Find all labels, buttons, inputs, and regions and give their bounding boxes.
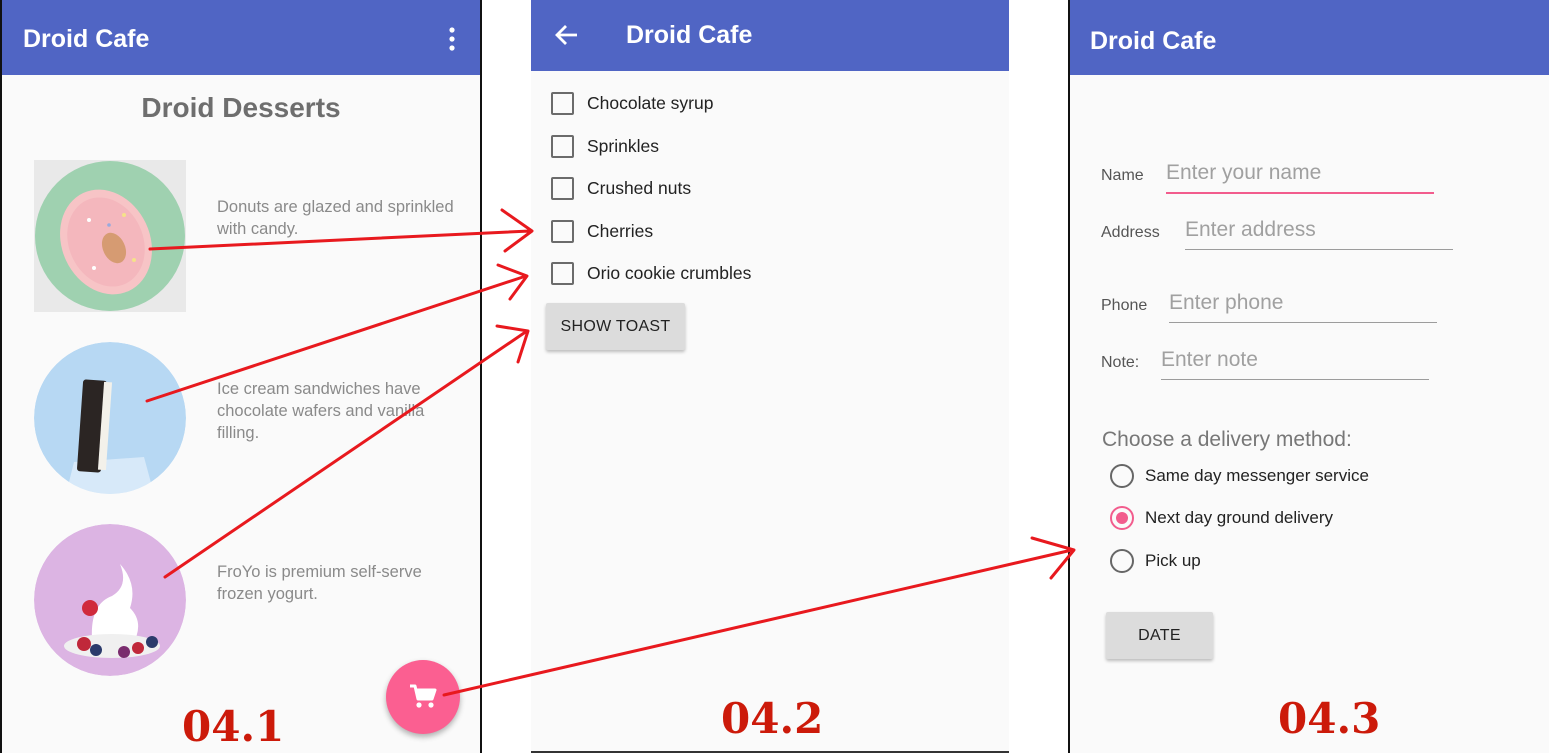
checkbox-cherries[interactable]: Cherries [551,216,653,246]
checkbox-box[interactable] [551,261,574,285]
radio-label: Pick up [1145,551,1201,570]
phone-field[interactable]: Enter phone [1169,291,1437,323]
app-title: Droid Cafe [1090,27,1217,55]
checkbox-crushed-nuts[interactable]: Crushed nuts [551,173,691,203]
address-label: Address [1101,224,1160,241]
checkbox-box[interactable] [551,134,574,158]
checkbox-sprinkles[interactable]: Sprinkles [551,131,659,161]
shopping-cart-icon [409,684,437,715]
app-title: Droid Cafe [23,25,150,53]
radio-pick-up[interactable]: Pick up [1110,546,1201,576]
checkbox-orio-cookie-crumbles[interactable]: Orio cookie crumbles [551,258,751,288]
app-bar: Droid Cafe [1070,0,1549,75]
checkbox-label: Sprinkles [587,135,659,156]
checkbox-label: Cherries [587,220,654,241]
note-field[interactable]: Enter note [1161,348,1429,380]
screen-main-activity: Droid Cafe Droid Desserts Donuts are gla… [0,0,482,753]
donut-description: Donuts are glazed and sprinkled with can… [217,198,454,238]
radio-button[interactable] [1110,464,1134,488]
checkbox-box[interactable] [551,91,574,115]
screen-caption: 04.3 [1278,694,1381,743]
checkbox-box[interactable] [551,176,574,200]
checkbox-box[interactable] [551,219,574,243]
checkbox-label: Chocolate syrup [587,92,714,113]
screen-caption: 04.2 [721,694,824,743]
ice-cream-sandwich-image[interactable] [34,342,186,494]
phone-label: Phone [1101,297,1148,314]
screen-caption: 04.1 [182,702,285,751]
donut-image[interactable] [34,160,186,312]
app-title: Droid Cafe [626,21,753,49]
froyo-description: FroYo is premium self-serve frozen yogur… [217,563,422,603]
cart-fab[interactable] [386,660,460,734]
radio-label: Same day messenger service [1145,466,1369,485]
checkbox-label: Orio cookie crumbles [587,262,752,283]
note-label: Note: [1101,354,1140,371]
app-bar: Droid Cafe [2,0,480,75]
delivery-prompt: Choose a delivery method: [1102,428,1352,451]
page-heading: Droid Desserts [141,92,341,123]
date-button[interactable]: DATE [1106,612,1213,659]
radio-label: Next day ground delivery [1145,508,1334,527]
checkbox-label: Crushed nuts [587,177,692,198]
back-arrow-icon[interactable] [555,24,579,53]
radio-same-day[interactable]: Same day messenger service [1110,461,1369,491]
screen-order-form: Droid Cafe Name Enter your name Address … [1068,0,1549,753]
radio-next-day[interactable]: Next day ground delivery [1110,503,1333,533]
address-field[interactable]: Enter address [1185,218,1453,250]
overflow-menu-icon[interactable] [442,26,462,52]
radio-button[interactable] [1110,549,1134,573]
app-bar: Droid Cafe [531,0,1009,71]
froyo-image[interactable] [34,524,186,676]
show-toast-button[interactable]: SHOW TOAST [546,303,685,350]
radio-button-selected[interactable] [1110,506,1134,530]
screen-order-toppings: Droid Cafe Chocolate syrup Sprinkles Cru… [531,0,1009,753]
name-field[interactable]: Enter your name [1166,161,1434,194]
ice-cream-sandwich-description: Ice cream sandwiches have chocolate wafe… [217,380,425,442]
checkbox-chocolate-syrup[interactable]: Chocolate syrup [551,88,713,118]
name-label: Name [1101,167,1144,184]
